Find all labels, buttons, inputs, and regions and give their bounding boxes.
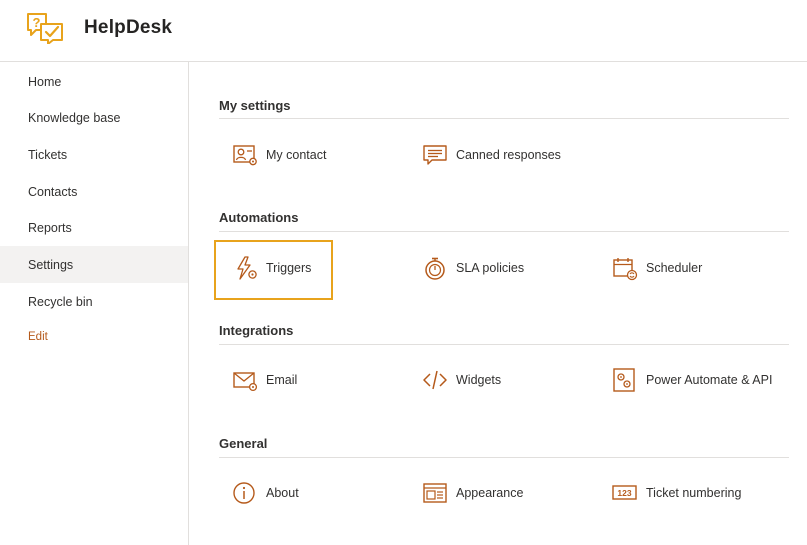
sidebar-item-home[interactable]: Home [0, 63, 188, 100]
stopwatch-icon [422, 255, 448, 281]
section-title-my-settings: My settings [219, 98, 291, 113]
tile-sla-policies[interactable]: SLA policies [422, 253, 524, 283]
tile-label: Widgets [456, 373, 502, 387]
sidebar-item-settings[interactable]: Settings [0, 246, 188, 283]
svg-text:?: ? [33, 15, 41, 30]
tile-canned-responses[interactable]: Canned responses [422, 140, 561, 170]
app-gear-icon [612, 367, 638, 393]
tile-label: SLA policies [456, 261, 525, 275]
tile-label: Appearance [456, 486, 524, 500]
tile-label: Power Automate & API [646, 373, 773, 387]
lightning-gear-icon [232, 255, 258, 281]
sidebar-item-tickets[interactable]: Tickets [0, 136, 188, 173]
tile-email[interactable]: Email [232, 365, 297, 395]
app-title: HelpDesk [84, 17, 173, 38]
sidebar-nav: Home Knowledge base Tickets Contacts Rep… [0, 62, 189, 545]
tile-appearance[interactable]: Appearance [422, 478, 523, 508]
section-title-automations: Automations [219, 210, 299, 225]
layout-icon [422, 480, 448, 506]
number-123-icon: 123 [612, 480, 638, 506]
tile-label: About [266, 486, 299, 500]
sidebar-item-recycle-bin[interactable]: Recycle bin [0, 283, 188, 320]
tile-triggers[interactable]: Triggers [232, 253, 311, 283]
tile-about[interactable]: About [232, 478, 299, 508]
calendar-refresh-icon [612, 255, 638, 281]
svg-text:123: 123 [617, 488, 631, 498]
sidebar-item-contacts[interactable]: Contacts [0, 173, 188, 210]
code-icon [422, 367, 448, 393]
tile-ticket-numbering[interactable]: 123 Ticket numbering [612, 478, 741, 508]
mail-gear-icon [232, 367, 258, 393]
tile-scheduler[interactable]: Scheduler [612, 253, 702, 283]
tile-power-automate-api[interactable]: Power Automate & API [612, 365, 772, 395]
tile-widgets[interactable]: Widgets [422, 365, 501, 395]
section-title-general: General [219, 436, 268, 451]
contact-card-icon [232, 142, 258, 168]
info-icon [232, 480, 258, 506]
tile-label: My contact [266, 148, 327, 162]
tile-my-contact[interactable]: My contact [232, 140, 326, 170]
section-divider [219, 457, 789, 458]
sidebar-edit-link[interactable]: Edit [0, 318, 188, 355]
tile-label: Scheduler [646, 261, 703, 275]
sidebar-item-knowledge-base[interactable]: Knowledge base [0, 99, 188, 136]
section-title-integrations: Integrations [219, 323, 294, 338]
tile-label: Ticket numbering [646, 486, 742, 500]
helpdesk-logo-icon[interactable]: ? [26, 12, 66, 44]
section-divider [219, 231, 789, 232]
app-header: ? HelpDesk [0, 0, 807, 62]
sidebar-item-reports[interactable]: Reports [0, 209, 188, 246]
tile-label: Canned responses [456, 148, 561, 162]
section-divider [219, 344, 789, 345]
tile-label: Email [266, 373, 298, 387]
section-divider [219, 118, 789, 119]
chat-message-icon [422, 142, 448, 168]
settings-content: My settings My contact Canned responses [214, 62, 789, 545]
tile-label: Triggers [266, 261, 312, 275]
